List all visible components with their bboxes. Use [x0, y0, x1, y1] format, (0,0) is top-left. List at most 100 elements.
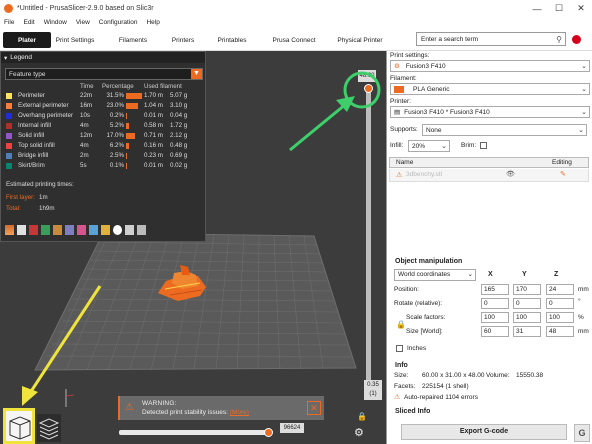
- travel-icon[interactable]: [5, 225, 14, 235]
- send-to-printer-icon[interactable]: G: [574, 424, 590, 442]
- tab-plater[interactable]: Plater: [3, 32, 51, 48]
- legend-color-swatch: [6, 113, 12, 119]
- color-changes-icon[interactable]: [77, 225, 86, 235]
- legend-row[interactable]: Bridge infill 2m 2.5% 0.23 m 0.69 g: [1, 151, 207, 161]
- view-type-select[interactable]: Feature type ▼: [5, 68, 203, 80]
- wipe-icon[interactable]: [17, 225, 26, 235]
- scale-y-input[interactable]: 100: [513, 312, 541, 323]
- scale-z-input[interactable]: 100: [546, 312, 574, 323]
- lock-icon[interactable]: 🔒: [357, 412, 367, 421]
- layer-slider-top-thumb[interactable]: [364, 84, 373, 93]
- tab-physical-printer[interactable]: Physical Printer: [334, 32, 386, 48]
- gear-icon[interactable]: ⚙: [354, 426, 364, 439]
- center-of-gravity-icon[interactable]: [113, 225, 122, 235]
- tab-print-settings[interactable]: Print Settings: [51, 32, 99, 48]
- legend-row-name: Perimeter: [18, 92, 45, 99]
- size-y-input[interactable]: 31: [513, 326, 541, 337]
- move-slider-track[interactable]: [119, 430, 271, 435]
- tab-prusa-connect[interactable]: Prusa Connect: [267, 32, 321, 48]
- warning-more-link[interactable]: (More): [230, 409, 249, 416]
- custom-gcodes-icon[interactable]: [101, 225, 110, 235]
- layer-slider-top-label: 48.00: [358, 70, 376, 82]
- tool-changes-icon[interactable]: [65, 225, 74, 235]
- collapse-icon[interactable]: ▾: [4, 54, 7, 62]
- seams-icon[interactable]: [53, 225, 62, 235]
- tool-marker-icon[interactable]: [137, 225, 146, 235]
- pause-prints-icon[interactable]: [89, 225, 98, 235]
- legend-row-length: 0.01 m: [144, 162, 163, 169]
- position-y-input[interactable]: 170: [513, 284, 541, 295]
- menu-configuration[interactable]: Configuration: [99, 19, 138, 26]
- inches-checkbox[interactable]: [396, 345, 403, 352]
- legend-row-weight: 2.12 g: [170, 132, 188, 139]
- legend-row-length: 0.01 m: [144, 112, 163, 119]
- position-z-input[interactable]: 24: [546, 284, 574, 295]
- 3d-viewport[interactable]: ▾ Legend Feature type ▼ Time Percentage Us…: [0, 51, 386, 444]
- search-icon[interactable]: ⚲: [556, 35, 562, 44]
- legend-row[interactable]: Skirt/Brim 5s 0.1% 0.01 m 0.02 g: [1, 161, 207, 171]
- preview-view-button[interactable]: [37, 414, 61, 442]
- tab-printables[interactable]: Printables: [211, 32, 253, 48]
- move-slider-label: 96624: [280, 423, 304, 433]
- supports-select[interactable]: None ⌄: [422, 124, 587, 136]
- legend-row[interactable]: Perimeter 22m 31.5% 1.70 m 5.07 g: [1, 91, 207, 101]
- legend-row-weight: 0.69 g: [170, 152, 188, 159]
- print-settings-select[interactable]: ⚙ Fusion3 F410 ⌄: [390, 60, 590, 72]
- legend-row-percentage: 0.2%: [109, 112, 124, 119]
- menu-view[interactable]: View: [76, 19, 90, 26]
- legend-header[interactable]: ▾ Legend: [1, 52, 205, 63]
- menu-window[interactable]: Window: [44, 19, 67, 26]
- search-input[interactable]: Enter a search term ⚲: [416, 32, 566, 46]
- legend-row[interactable]: Internal infill 4m 5.2% 0.58 m 1.72 g: [1, 121, 207, 131]
- size-x-input[interactable]: 60: [481, 326, 509, 337]
- menu-bar: File Edit Window View Configuration Help: [0, 17, 592, 28]
- filament-select[interactable]: PLA Generic ⌄: [390, 83, 590, 95]
- retractions-icon[interactable]: [29, 225, 38, 235]
- minimize-button[interactable]: —: [526, 0, 548, 17]
- legend-row-name: Solid infill: [18, 132, 45, 139]
- brim-checkbox[interactable]: [480, 142, 487, 149]
- deretractions-icon[interactable]: [41, 225, 50, 235]
- menu-edit[interactable]: Edit: [23, 19, 34, 26]
- chevron-down-icon: ⌄: [441, 143, 447, 150]
- menu-help[interactable]: Help: [146, 19, 159, 26]
- rotate-x-input[interactable]: 0: [481, 298, 509, 309]
- legend-color-swatch: [6, 123, 12, 129]
- legend-row[interactable]: External perimeter 16m 23.0% 1.04 m 3.10 g: [1, 101, 207, 111]
- legend-row[interactable]: Top solid infill 4m 6.2% 0.16 m 0.48 g: [1, 141, 207, 151]
- legend-row-weight: 0.02 g: [170, 162, 188, 169]
- printer-select[interactable]: ▤ Fusion3 F410 * Fusion3 F410 ⌄: [390, 106, 590, 118]
- shells-icon[interactable]: [125, 225, 134, 235]
- tab-filaments[interactable]: Filaments: [112, 32, 154, 48]
- close-notification-button[interactable]: ✕: [307, 401, 321, 415]
- rotate-y-input[interactable]: 0: [513, 298, 541, 309]
- size-z-input[interactable]: 48: [546, 326, 574, 337]
- legend-color-swatch: [6, 103, 12, 109]
- maximize-button[interactable]: ☐: [548, 0, 570, 17]
- legend-row[interactable]: Overhang perimeter 10s 0.2% 0.01 m 0.04 g: [1, 111, 207, 121]
- scale-x-input[interactable]: 100: [481, 312, 509, 323]
- close-button[interactable]: ✕: [570, 0, 592, 17]
- lock-scale-icon[interactable]: 🔒: [396, 320, 406, 329]
- legend-row-weight: 5.07 g: [170, 92, 188, 99]
- coordinate-system-select[interactable]: World coordinates ⌄: [394, 269, 476, 281]
- layer-slider-track[interactable]: [366, 88, 371, 392]
- window-title: *Untitled - PrusaSlicer-2.9.0 based on S…: [17, 5, 154, 12]
- filament-value: PLA Generic: [413, 85, 450, 93]
- export-gcode-button[interactable]: Export G-code: [401, 424, 567, 440]
- infill-select[interactable]: 20% ⌄: [408, 140, 450, 152]
- legend-row[interactable]: Solid infill 12m 17.0% 0.71 m 2.12 g: [1, 131, 207, 141]
- edit-icon[interactable]: ✎: [560, 170, 566, 178]
- eye-icon[interactable]: 👁: [506, 170, 515, 178]
- record-icon[interactable]: [572, 35, 581, 44]
- chevron-down-icon[interactable]: ▼: [191, 69, 202, 79]
- menu-file[interactable]: File: [4, 19, 14, 26]
- tab-printers[interactable]: Printers: [166, 32, 200, 48]
- 3d-view-button[interactable]: [3, 408, 35, 444]
- filament-color-swatch[interactable]: [394, 85, 404, 93]
- move-slider-thumb[interactable]: [264, 428, 273, 437]
- object-list-item[interactable]: ⚠ 3dbenchy.stl 👁 ✎: [389, 169, 589, 182]
- print-settings-icon: ⚙: [394, 63, 400, 70]
- rotate-z-input[interactable]: 0: [546, 298, 574, 309]
- position-x-input[interactable]: 165: [481, 284, 509, 295]
